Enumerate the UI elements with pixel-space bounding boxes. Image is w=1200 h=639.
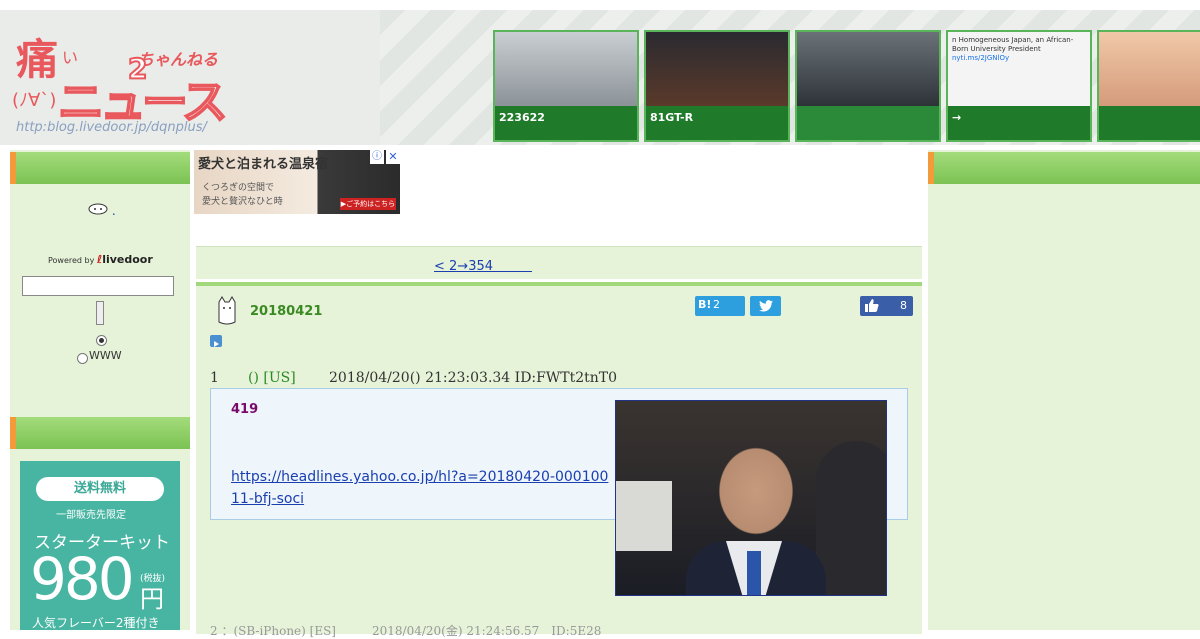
radio-blog[interactable] — [96, 335, 107, 346]
thumbnail-headline: n Homogeneous Japan, an African-Born Uni… — [952, 36, 1074, 53]
powered-by-label: Powered by — [48, 256, 95, 265]
header: 痛 い ちゃんねる (ﾉ∀`) ニュース 2 http:blog.livedoo… — [0, 10, 1200, 145]
promo-flavor: 人気フレーバー2種付き — [32, 616, 160, 630]
thumbnail-caption — [797, 106, 939, 140]
ad-line2: 愛犬と贅沢なひと時 — [202, 197, 283, 207]
post-number: 1 — [210, 370, 219, 386]
thumbnail-5[interactable] — [1097, 30, 1200, 142]
article-photo — [615, 400, 887, 596]
post-link[interactable]: https://headlines.yahoo.co.jp/hl?a=20180… — [231, 466, 613, 510]
post-meta: 1 () [US] 2018/04/20() 21:23:03.34 ID:FWTt… — [210, 370, 617, 386]
search-button[interactable] — [96, 301, 104, 325]
like-count: 8 — [900, 299, 907, 312]
thumbnail-caption: 81GT-R — [646, 106, 788, 140]
promo-yen: 円 — [140, 585, 164, 613]
thumbnail-image — [495, 32, 637, 108]
category-icon[interactable]: . — [88, 203, 116, 218]
left-sidebar-header — [10, 152, 190, 184]
thumbnail-image: n Homogeneous Japan, an African-Born Uni… — [948, 32, 1090, 108]
top-band — [0, 0, 1200, 10]
search-input[interactable] — [22, 276, 174, 296]
thumbnail-image — [646, 32, 788, 108]
nav-link[interactable]: < 2→354 — [434, 255, 532, 274]
author-avatar-icon — [218, 296, 236, 325]
thumbnail-caption — [1099, 106, 1200, 140]
next-post-meta: 2 ：(SB-iPhone) [ES] 2018/04/20(金) 21:24:… — [210, 624, 602, 638]
promo-limit: 一部販売先限定 — [56, 510, 126, 521]
livedoor-logo: ℓlivedoor — [97, 253, 153, 266]
radio-www[interactable] — [77, 353, 88, 364]
livedoor-brand: livedoor — [102, 253, 153, 266]
twitter-icon — [758, 300, 773, 312]
right-sidebar-header — [928, 152, 1200, 184]
post-datetime: 2018/04/20() 21:23:03.34 ID:FWTt2tnT0 — [329, 370, 617, 386]
ad-close-icon[interactable]: ✕ — [386, 150, 400, 164]
post-author: () [US] — [248, 370, 296, 386]
ad-info-icon[interactable]: ⓘ — [370, 150, 384, 164]
twitter-share-button[interactable] — [750, 296, 781, 316]
article-title[interactable]: 20180421 — [250, 304, 322, 319]
thumbnail-caption: 223622 — [495, 106, 637, 140]
radio-www-label: WWW — [89, 349, 122, 362]
photo-tie — [747, 551, 761, 595]
hatena-count: 2 — [713, 298, 720, 311]
ad-cta[interactable]: ▶ご予約はこちら — [340, 198, 396, 210]
left-sidebar-header-2 — [10, 417, 190, 449]
logo-small-i: い — [62, 48, 79, 67]
thumbnail-image — [797, 32, 939, 108]
promo-free-shipping: 送料無料 — [36, 477, 164, 501]
promo-banner[interactable]: 送料無料 一部販売先限定 スターターキット 980 (税抜) 円 人気フレーバー… — [20, 461, 180, 630]
thumbnail-sub: nyti.ms/2JGNlOy — [952, 54, 1010, 62]
logo-kanji: 痛 — [16, 35, 59, 84]
hatena-bookmark-button[interactable]: B! 2 — [695, 296, 745, 316]
ad-title: 愛犬と泊まれる温泉宿 — [198, 157, 329, 172]
photo-paper — [616, 481, 672, 551]
logo-two: 2 — [127, 51, 149, 86]
post-score: 419 — [231, 402, 259, 417]
logo-face: (ﾉ∀`) — [12, 90, 57, 111]
thumbnail-3[interactable] — [795, 30, 941, 142]
site-logo[interactable]: 痛 い ちゃんねる (ﾉ∀`) ニュース 2 http:blog.livedoo… — [10, 24, 230, 136]
photo-background-person — [816, 441, 886, 595]
thumbnail-caption: → — [948, 106, 1090, 140]
play-icon[interactable] — [210, 335, 222, 347]
page-nav: < 2→354 — [196, 246, 922, 279]
promo-price: 980 — [30, 545, 135, 613]
ad-banner[interactable]: 愛犬と泊まれる温泉宿 くつろぎの空間で 愛犬と贅沢なひと時 ▶ご予約はこちら ⓘ… — [194, 150, 400, 214]
like-button[interactable]: 8 — [860, 296, 913, 316]
right-sidebar — [928, 150, 1200, 630]
category-link[interactable]: . — [112, 204, 116, 218]
thumbnail-1[interactable]: 223622 — [493, 30, 639, 142]
logo-url: http:blog.livedoor.jp/dqnplus/ — [16, 120, 207, 135]
thumbnail-2[interactable]: 81GT-R — [644, 30, 790, 142]
thumbnail-4[interactable]: n Homogeneous Japan, an African-Born Uni… — [946, 30, 1092, 142]
thumbnail-image — [1099, 32, 1200, 108]
hatena-label: B! — [698, 298, 712, 311]
ad-line1: くつろぎの空間で — [202, 183, 275, 193]
thumbs-up-icon — [865, 299, 879, 312]
